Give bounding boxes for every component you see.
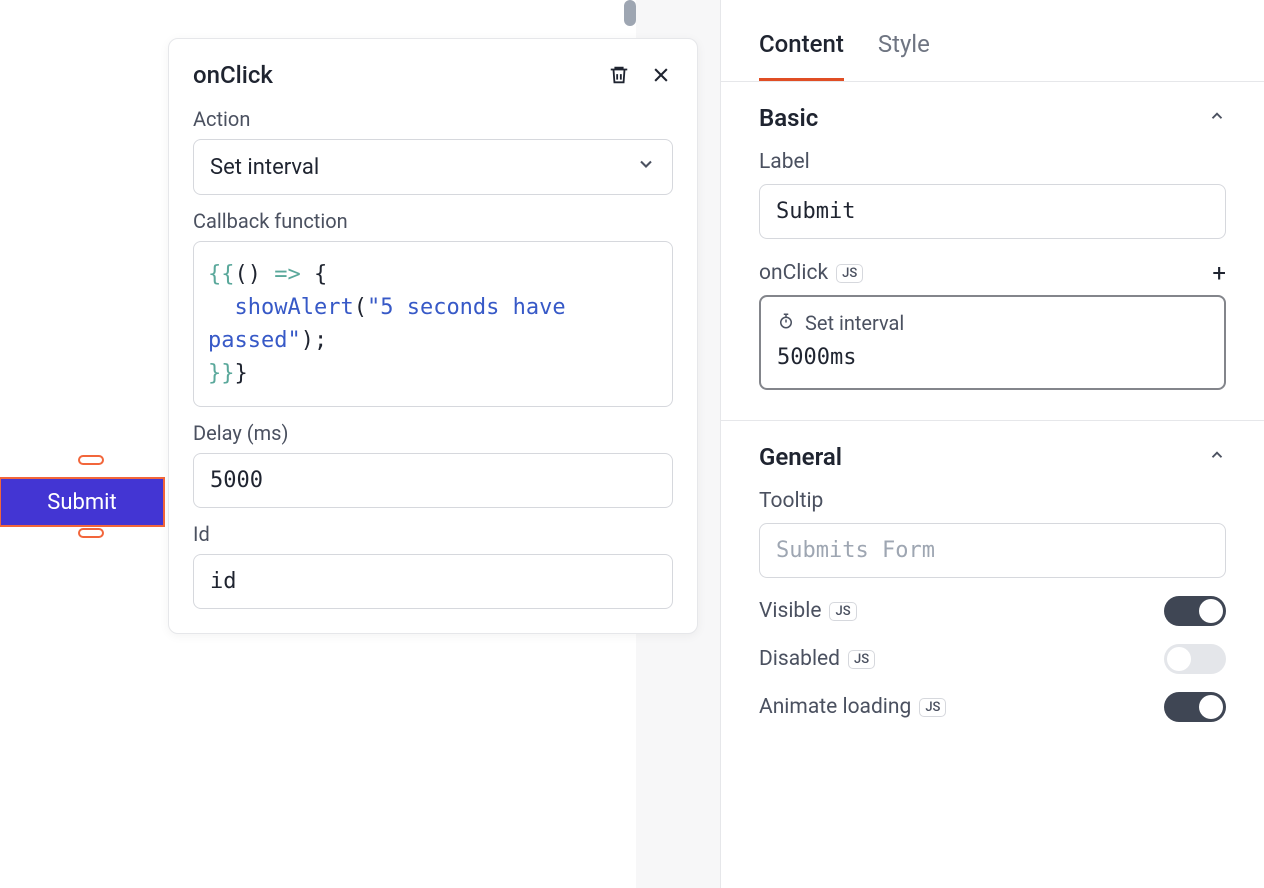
js-badge[interactable]: JS: [848, 650, 875, 669]
tooltip-placeholder: Submits Form: [776, 538, 935, 563]
section-basic-title: Basic: [759, 104, 818, 132]
onclick-card[interactable]: Set interval 5000ms: [759, 295, 1226, 390]
tab-style[interactable]: Style: [878, 30, 930, 81]
tab-content[interactable]: Content: [759, 30, 844, 81]
onclick-action-name: Set interval: [805, 311, 904, 335]
tooltip-label: Tooltip: [759, 489, 823, 513]
label-label: Label: [759, 150, 810, 174]
onclick-popover: onClick Action Set interval Callback fun…: [168, 38, 698, 634]
callback-label: Callback function: [193, 209, 673, 233]
plus-icon[interactable]: +: [1212, 261, 1226, 285]
chevron-down-icon: [636, 154, 656, 180]
id-input[interactable]: id: [193, 554, 673, 609]
js-badge[interactable]: JS: [829, 602, 856, 621]
label-value: Submit: [776, 199, 855, 224]
canvas-area: Submit onClick Action Set interval Callb…: [0, 0, 636, 888]
chevron-up-icon[interactable]: [1208, 107, 1226, 129]
delay-label: Delay (ms): [193, 421, 673, 445]
resize-handle-top[interactable]: [78, 455, 104, 465]
delay-value: 5000: [210, 468, 263, 493]
section-general: General Tooltip Submits Form Visible JS …: [721, 421, 1264, 752]
id-label: Id: [193, 522, 673, 546]
properties-sidebar: Content Style Basic Label Submit onClick…: [720, 0, 1264, 888]
callback-code-editor[interactable]: {{() => { showAlert("5 seconds have pass…: [193, 241, 673, 407]
animate-loading-label: Animate loading: [759, 695, 911, 719]
timer-icon: [777, 311, 795, 335]
section-basic: Basic Label Submit onClick JS + Set inte…: [721, 82, 1264, 421]
js-badge[interactable]: JS: [836, 264, 863, 283]
action-select-value: Set interval: [210, 155, 319, 180]
sidebar-tabs: Content Style: [721, 0, 1264, 82]
scrollbar[interactable]: [624, 0, 636, 26]
visible-label: Visible: [759, 599, 821, 623]
onclick-label: onClick: [759, 261, 828, 285]
popover-title: onClick: [193, 61, 273, 89]
submit-button-label: Submit: [47, 490, 116, 515]
delay-input[interactable]: 5000: [193, 453, 673, 508]
close-icon[interactable]: [649, 63, 673, 87]
trash-icon[interactable]: [607, 63, 631, 87]
animate-loading-toggle[interactable]: [1164, 692, 1226, 722]
disabled-toggle[interactable]: [1164, 644, 1226, 674]
popover-header: onClick: [193, 61, 673, 89]
label-input[interactable]: Submit: [759, 184, 1226, 239]
section-general-title: General: [759, 443, 842, 471]
onclick-action-value: 5000ms: [777, 345, 1208, 370]
disabled-label: Disabled: [759, 647, 840, 671]
visible-toggle[interactable]: [1164, 596, 1226, 626]
id-value: id: [210, 569, 237, 594]
submit-button-widget[interactable]: Submit: [0, 478, 164, 526]
js-badge[interactable]: JS: [919, 698, 946, 717]
resize-handle-bottom[interactable]: [78, 528, 104, 538]
chevron-up-icon[interactable]: [1208, 446, 1226, 468]
tooltip-input[interactable]: Submits Form: [759, 523, 1226, 578]
action-label: Action: [193, 107, 673, 131]
action-select[interactable]: Set interval: [193, 139, 673, 195]
